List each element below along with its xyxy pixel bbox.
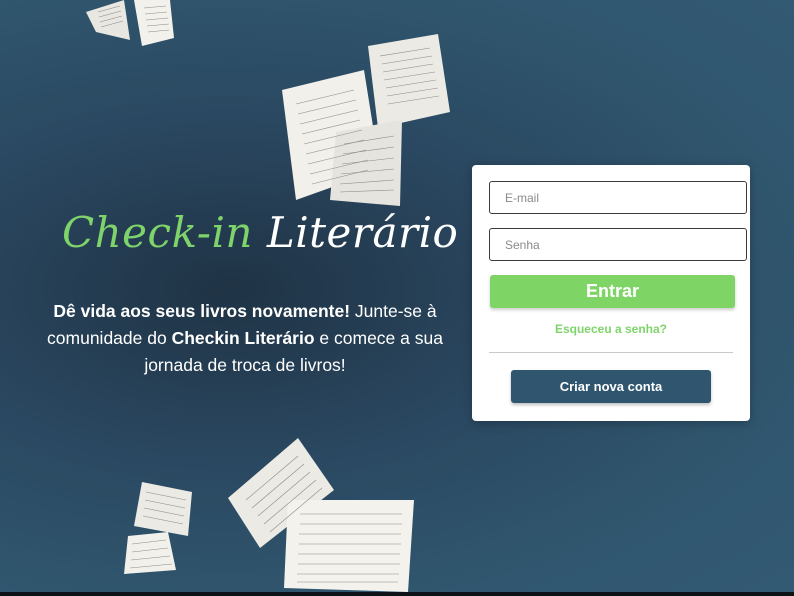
divider xyxy=(489,352,733,353)
flying-page-icon xyxy=(226,438,416,592)
flying-page-icon xyxy=(280,32,452,208)
tagline-bold-1: Dê vida aos seus livros novamente! xyxy=(53,301,351,321)
brand-word-checkin: Check-in xyxy=(62,208,253,257)
forgot-password-link[interactable]: Esqueceu a senha? xyxy=(472,322,750,336)
tagline-bold-2: Checkin Literário xyxy=(171,328,315,348)
login-button[interactable]: Entrar xyxy=(490,275,735,308)
brand-word-literario: Literário xyxy=(266,208,459,257)
landing-page: Check-in Literário Dê vida aos seus livr… xyxy=(0,0,794,592)
hero-tagline: Dê vida aos seus livros novamente! Junte… xyxy=(40,298,450,379)
password-field[interactable] xyxy=(489,228,747,261)
bottom-edge xyxy=(0,592,794,596)
email-field[interactable] xyxy=(489,181,747,214)
login-card: Entrar Esqueceu a senha? Criar nova cont… xyxy=(472,165,750,421)
brand-logo: Check-in Literário xyxy=(62,208,458,257)
create-account-button[interactable]: Criar nova conta xyxy=(511,370,711,403)
flying-page-icon xyxy=(84,0,176,48)
flying-page-icon xyxy=(118,482,198,578)
